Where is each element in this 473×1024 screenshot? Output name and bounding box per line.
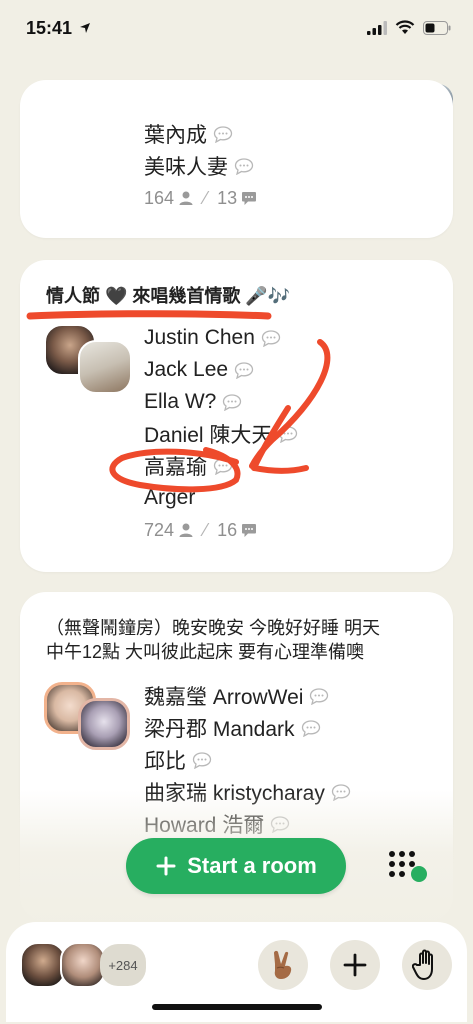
listener-count: 164 — [144, 187, 175, 208]
raised-hand-icon — [412, 949, 433, 980]
speaker-name: 梁丹郡 Mandark — [144, 718, 295, 741]
speaker-name: 葉內成 — [144, 124, 207, 147]
cellular-signal-icon — [367, 20, 387, 35]
status-bar: 15:41 — [0, 0, 473, 58]
speaker-name: Ella W? — [144, 390, 217, 413]
wave-button[interactable] — [258, 940, 308, 990]
speaker-item: 曲家瑞 kristycharay — [144, 776, 351, 808]
speaker-name: Howard 浩爾 — [144, 814, 265, 837]
status-icons — [367, 20, 451, 35]
speaker-item: 美味人妻 — [144, 150, 257, 182]
speaker-item: Ella W? — [144, 386, 298, 418]
chat-bubble-icon — [223, 393, 242, 411]
chat-bubble-icon — [271, 815, 290, 833]
speaker-avatar — [78, 698, 130, 750]
clock-text: 15:41 — [26, 18, 73, 38]
chat-bubble-icon — [213, 125, 233, 143]
speaker-item: Justin Chen — [144, 322, 298, 354]
chat-bubble-icon — [301, 719, 320, 737]
location-arrow-icon — [80, 23, 91, 33]
status-time: 15:41 — [26, 18, 91, 39]
speaker-name: Jack Lee — [144, 358, 229, 381]
speaker-item: 梁丹郡 Mandark — [144, 712, 351, 744]
chat-bubble-icon — [310, 687, 329, 705]
separator: ⁄ — [204, 187, 208, 208]
speaker-name: Arger — [144, 486, 196, 509]
room-title: （無聲鬧鐘房）晚安晚安 今晚好好睡 明天 中午12點 大叫彼此起床 要有心理準備… — [46, 616, 380, 664]
speaker-item: Daniel 陳大天 — [144, 418, 298, 450]
dot-grid-icon — [389, 851, 427, 882]
room-card[interactable]: 葉內成 美味人妻 164 ⁄ 13 — [20, 80, 453, 238]
speaker-list: 葉內成 美味人妻 164 ⁄ 13 — [144, 118, 257, 214]
grid-menu-button[interactable] — [382, 846, 432, 886]
speaker-item: Arger — [144, 482, 298, 514]
room-card[interactable]: 情人節 🖤 來唱幾首情歌 🎤🎶 Justin Chen Jack Lee Ell… — [20, 260, 453, 572]
speaker-name: Justin Chen — [144, 326, 255, 349]
speaker-list: 魏嘉瑩 ArrowWei 梁丹郡 Mandark 邱比 曲家瑞 kristych… — [144, 680, 351, 840]
speech-bubble-icon — [242, 523, 257, 537]
person-icon — [179, 191, 193, 205]
speech-bubble-icon — [242, 191, 257, 205]
more-users-count: +284 — [100, 944, 146, 986]
speaker-count: 13 — [217, 187, 238, 208]
wifi-icon — [395, 20, 415, 34]
separator: ⁄ — [204, 519, 208, 540]
speaker-item: 魏嘉瑩 ArrowWei — [144, 680, 351, 712]
room-title-line: 中午12點 大叫彼此起床 要有心理準備噢 — [46, 642, 365, 662]
battery-icon — [423, 20, 451, 35]
chat-bubble-icon — [234, 361, 254, 379]
room-title: 情人節 🖤 來唱幾首情歌 🎤🎶 — [46, 286, 291, 306]
chat-bubble-icon — [234, 157, 254, 175]
room-stats: 164 ⁄ 13 — [144, 182, 257, 214]
start-room-label: Start a room — [187, 853, 317, 878]
speaker-name: Daniel 陳大天 — [144, 424, 273, 447]
speaker-name: 美味人妻 — [144, 156, 228, 179]
speaker-list: Justin Chen Jack Lee Ella W? Daniel 陳大天 … — [144, 322, 298, 546]
speaker-name: 高嘉瑜 — [144, 456, 207, 479]
add-button[interactable] — [330, 940, 380, 990]
person-icon — [179, 523, 193, 537]
chat-bubble-icon — [279, 425, 298, 443]
speaker-count: 16 — [217, 519, 238, 540]
speaker-item: 高嘉瑜 — [144, 450, 298, 482]
listener-count: 724 — [144, 519, 175, 540]
speaker-item: Howard 浩爾 — [144, 808, 351, 840]
chat-bubble-icon — [331, 783, 351, 801]
speaker-name: 邱比 — [144, 750, 186, 773]
chat-bubble-icon — [261, 329, 281, 347]
plus-icon — [343, 953, 367, 977]
speaker-name: 曲家瑞 kristycharay — [144, 782, 325, 805]
speaker-avatar — [78, 340, 132, 394]
speaker-item: Jack Lee — [144, 354, 298, 386]
plus-icon — [156, 856, 176, 876]
start-room-button[interactable]: Start a room — [126, 838, 346, 894]
chat-bubble-icon — [192, 751, 212, 769]
speaker-item: 邱比 — [144, 744, 351, 776]
speaker-item: 葉內成 — [144, 118, 257, 150]
home-indicator — [152, 1004, 322, 1010]
chat-bubble-icon — [213, 457, 233, 475]
room-title-line: （無聲鬧鐘房）晚安晚安 今晚好好睡 明天 — [46, 618, 381, 638]
room-stats: 724 ⁄ 16 — [144, 514, 298, 546]
speaker-name: 魏嘉瑩 ArrowWei — [144, 686, 304, 709]
victory-hand-icon — [274, 950, 292, 979]
raise-hand-button[interactable] — [402, 940, 452, 990]
